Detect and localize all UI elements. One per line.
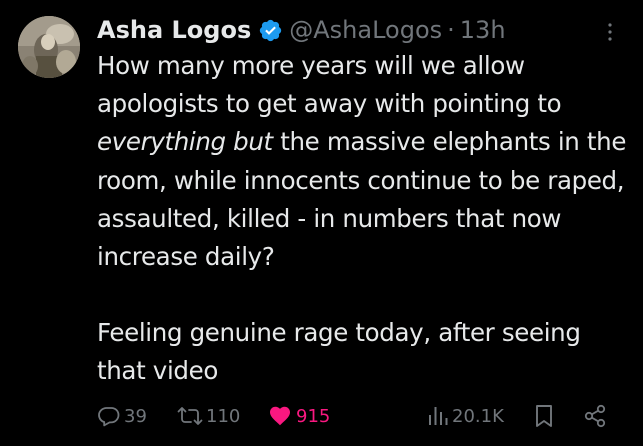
views-count: 20.1K <box>452 405 504 427</box>
tweet-paragraph-2: Feeling genuine rage today, after seeing… <box>97 318 588 386</box>
share-button[interactable] <box>582 398 608 434</box>
tweet[interactable]: Asha Logos @AshaLogos · 13h How many mor… <box>0 0 643 446</box>
like-count: 915 <box>296 405 331 427</box>
tweet-header: Asha Logos @AshaLogos · 13h <box>97 12 506 48</box>
reply-button[interactable]: 39 <box>97 398 147 434</box>
heart-icon <box>270 406 290 426</box>
action-bar: 39 110 915 20.1K <box>97 398 617 434</box>
views-icon <box>429 407 448 425</box>
tweet-text: How many more years will we allow apolog… <box>97 47 632 391</box>
reply-icon <box>98 407 120 427</box>
tweet-text-part: How many more years will we allow apolog… <box>97 51 569 119</box>
more-options-icon[interactable] <box>598 20 622 44</box>
timestamp[interactable]: 13h <box>460 12 506 48</box>
retweet-count: 110 <box>206 405 241 427</box>
views-button[interactable]: 20.1K <box>427 398 504 434</box>
reply-count: 39 <box>124 405 147 427</box>
retweet-icon <box>177 407 203 425</box>
tweet-paragraph-1: How many more years will we allow apolog… <box>97 47 632 276</box>
bookmark-button[interactable] <box>532 398 556 434</box>
author-handle[interactable]: @AshaLogos <box>289 12 442 48</box>
share-icon <box>584 404 606 428</box>
tweet-text-emphasis: everything but <box>97 127 273 157</box>
avatar[interactable] <box>18 16 80 78</box>
display-name[interactable]: Asha Logos <box>97 12 251 48</box>
retweet-button[interactable]: 110 <box>177 398 240 434</box>
bookmark-icon <box>536 405 552 427</box>
separator-dot: · <box>447 16 455 44</box>
verified-badge-icon <box>260 19 282 41</box>
like-button[interactable]: 915 <box>267 398 330 434</box>
avatar-image <box>18 16 80 78</box>
